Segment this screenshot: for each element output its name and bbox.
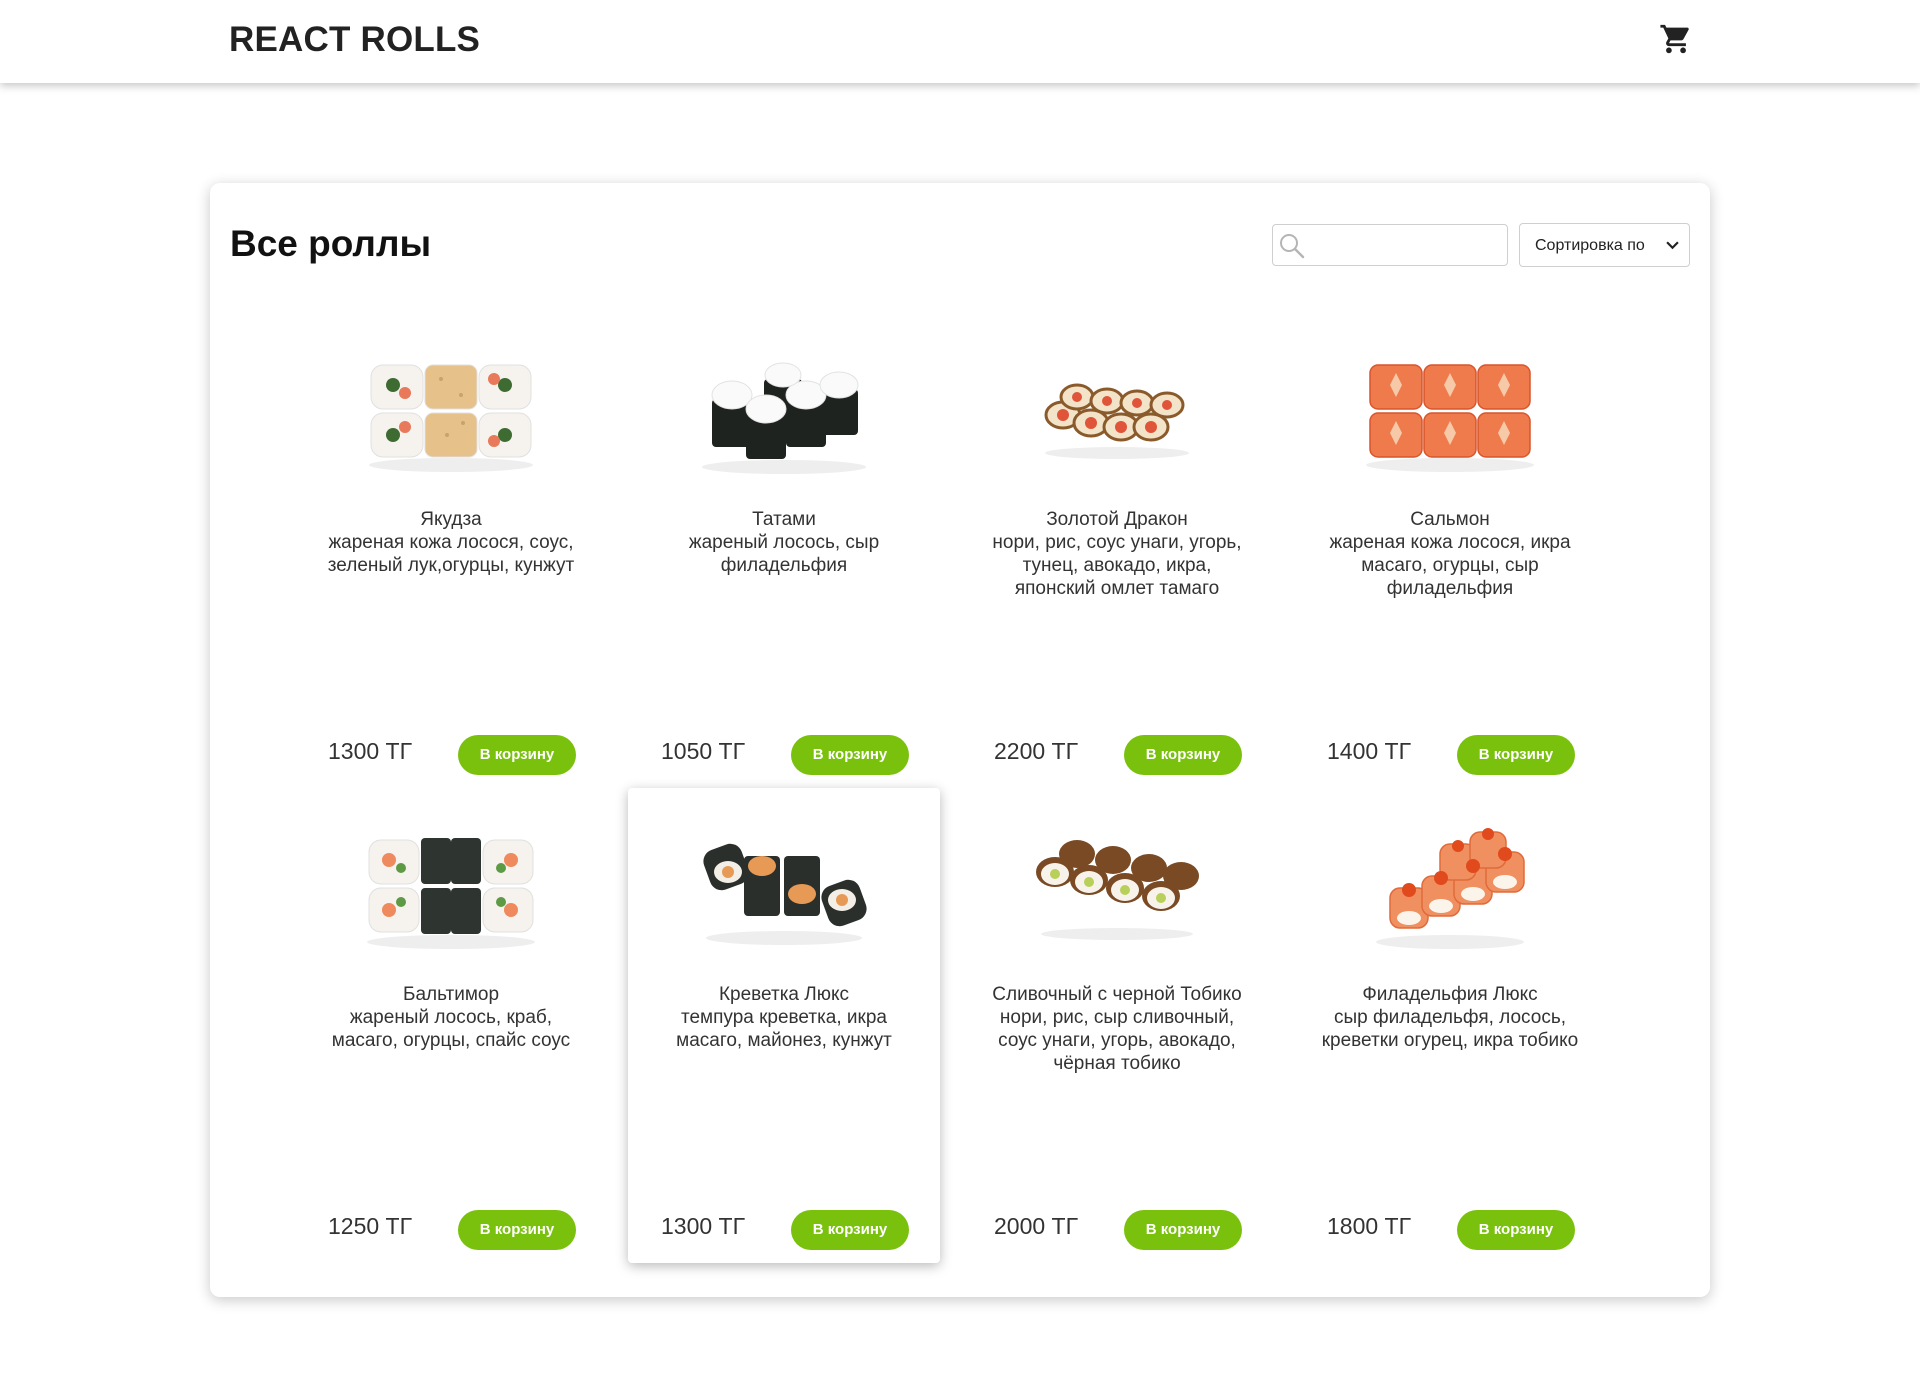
add-to-cart-button[interactable]: В корзину [1124, 735, 1242, 775]
product-price: 1300 ТГ [661, 1213, 746, 1239]
product-description: Креветка Люкс темпура креветка, икра мас… [648, 983, 920, 1052]
roll-image-philadelphia-lux [1376, 828, 1525, 949]
product-price: 2200 ТГ [994, 738, 1079, 764]
product-price: 1050 ТГ [661, 738, 746, 764]
product-ingredients: жареная кожа лосося, икра масаго, огурцы… [1329, 532, 1571, 599]
add-to-cart-button[interactable]: В корзину [458, 1210, 576, 1250]
roll-image-creamy-black-tobiko [1036, 840, 1199, 940]
product-price: 1250 ТГ [328, 1213, 413, 1239]
product-name: Бальтимор [402, 984, 500, 1005]
product-price: 1800 ТГ [1327, 1213, 1412, 1239]
product-card: Сальмон жареная кожа лосося, икра масаго… [1294, 313, 1606, 788]
search-box[interactable] [1272, 224, 1508, 266]
product-price: 2000 ТГ [994, 1213, 1079, 1239]
product-ingredients: сыр филадельфя, лосось, креветки огурец,… [1321, 1007, 1579, 1051]
product-name: Креветка Люкс [718, 984, 850, 1005]
add-to-cart-button[interactable]: В корзину [1124, 1210, 1242, 1250]
product-price: 1300 ТГ [328, 738, 413, 764]
roll-image-yakudza [369, 364, 533, 472]
product-card: Якудза жареная кожа лосося, соус, зелены… [295, 313, 607, 788]
add-to-cart-button[interactable]: В корзину [791, 735, 909, 775]
product-name: Филадельфия Люкс [1362, 984, 1538, 1005]
product-ingredients: темпура креветка, икра масаго, майонез, … [676, 1007, 892, 1051]
product-description: Татами жареный лосось, сыр филадельфия [648, 508, 920, 577]
brand-logo[interactable]: REACT ROLLS [229, 20, 480, 60]
product-price: 1400 ТГ [1327, 738, 1412, 764]
roll-image-tatami [702, 362, 866, 474]
product-card: Бальтимор жареный лосось, краб, масаго, … [295, 788, 607, 1263]
sort-selected-value: Сортировка по [1535, 237, 1645, 254]
product-ingredients: нори, рис, соус унаги, угорь, тунец, аво… [992, 532, 1242, 599]
chevron-down-icon [1666, 241, 1679, 250]
product-ingredients: жареная кожа лосося, соус, зеленый лук,о… [327, 532, 575, 576]
add-to-cart-button[interactable]: В корзину [791, 1210, 909, 1250]
roll-image-salmon [1366, 364, 1534, 472]
product-ingredients: нори, рис, сыр сливочный, соус унаги, уг… [998, 1007, 1236, 1074]
roll-image-shrimp-lux [703, 843, 867, 945]
add-to-cart-button[interactable]: В корзину [458, 735, 576, 775]
product-description: Филадельфия Люкс сыр филадельфя, лосось,… [1314, 983, 1586, 1052]
product-card: Креветка Люкс темпура креветка, икра мас… [628, 788, 940, 1263]
search-icon [1280, 234, 1305, 259]
product-name: Сальмон [1410, 509, 1490, 530]
search-input[interactable] [1311, 225, 1501, 265]
product-card: Золотой Дракон нори, рис, соус унаги, уг… [961, 313, 1273, 788]
product-name: Сливочный с черной Тобико [992, 984, 1242, 1005]
add-to-cart-button[interactable]: В корзину [1457, 735, 1575, 775]
sort-select[interactable]: Сортировка по [1519, 223, 1690, 267]
product-card: Сливочный с черной Тобико нори, рис, сыр… [961, 788, 1273, 1263]
page-title: Все роллы [230, 223, 432, 264]
product-card: Татами жареный лосось, сыр филадельфия 1… [628, 313, 940, 788]
product-ingredients: жареный лосось, краб, масаго, огурцы, сп… [331, 1007, 571, 1051]
product-description: Якудза жареная кожа лосося, соус, зелены… [315, 508, 587, 577]
product-description: Сальмон жареная кожа лосося, икра масаго… [1314, 508, 1586, 600]
add-to-cart-button[interactable]: В корзину [1457, 1210, 1575, 1250]
product-card: Филадельфия Люкс сыр филадельфя, лосось,… [1294, 788, 1606, 1263]
catalog-panel: Все роллы Сортировка по Якудза жареная к… [210, 183, 1710, 1297]
roll-image-golden-dragon [1044, 383, 1189, 459]
product-name: Золотой Дракон [1046, 509, 1188, 530]
product-name: Татами [752, 509, 816, 530]
product-description: Золотой Дракон нори, рис, соус унаги, уг… [981, 508, 1253, 600]
product-name: Якудза [420, 509, 482, 530]
product-description: Бальтимор жареный лосось, краб, масаго, … [315, 983, 587, 1052]
roll-image-baltimore [367, 838, 535, 949]
product-description: Сливочный с черной Тобико нори, рис, сыр… [981, 983, 1253, 1075]
shopping-cart-icon[interactable] [1659, 22, 1693, 56]
top-navbar: REACT ROLLS [0, 0, 1920, 83]
product-ingredients: жареный лосось, сыр филадельфия [688, 532, 880, 576]
